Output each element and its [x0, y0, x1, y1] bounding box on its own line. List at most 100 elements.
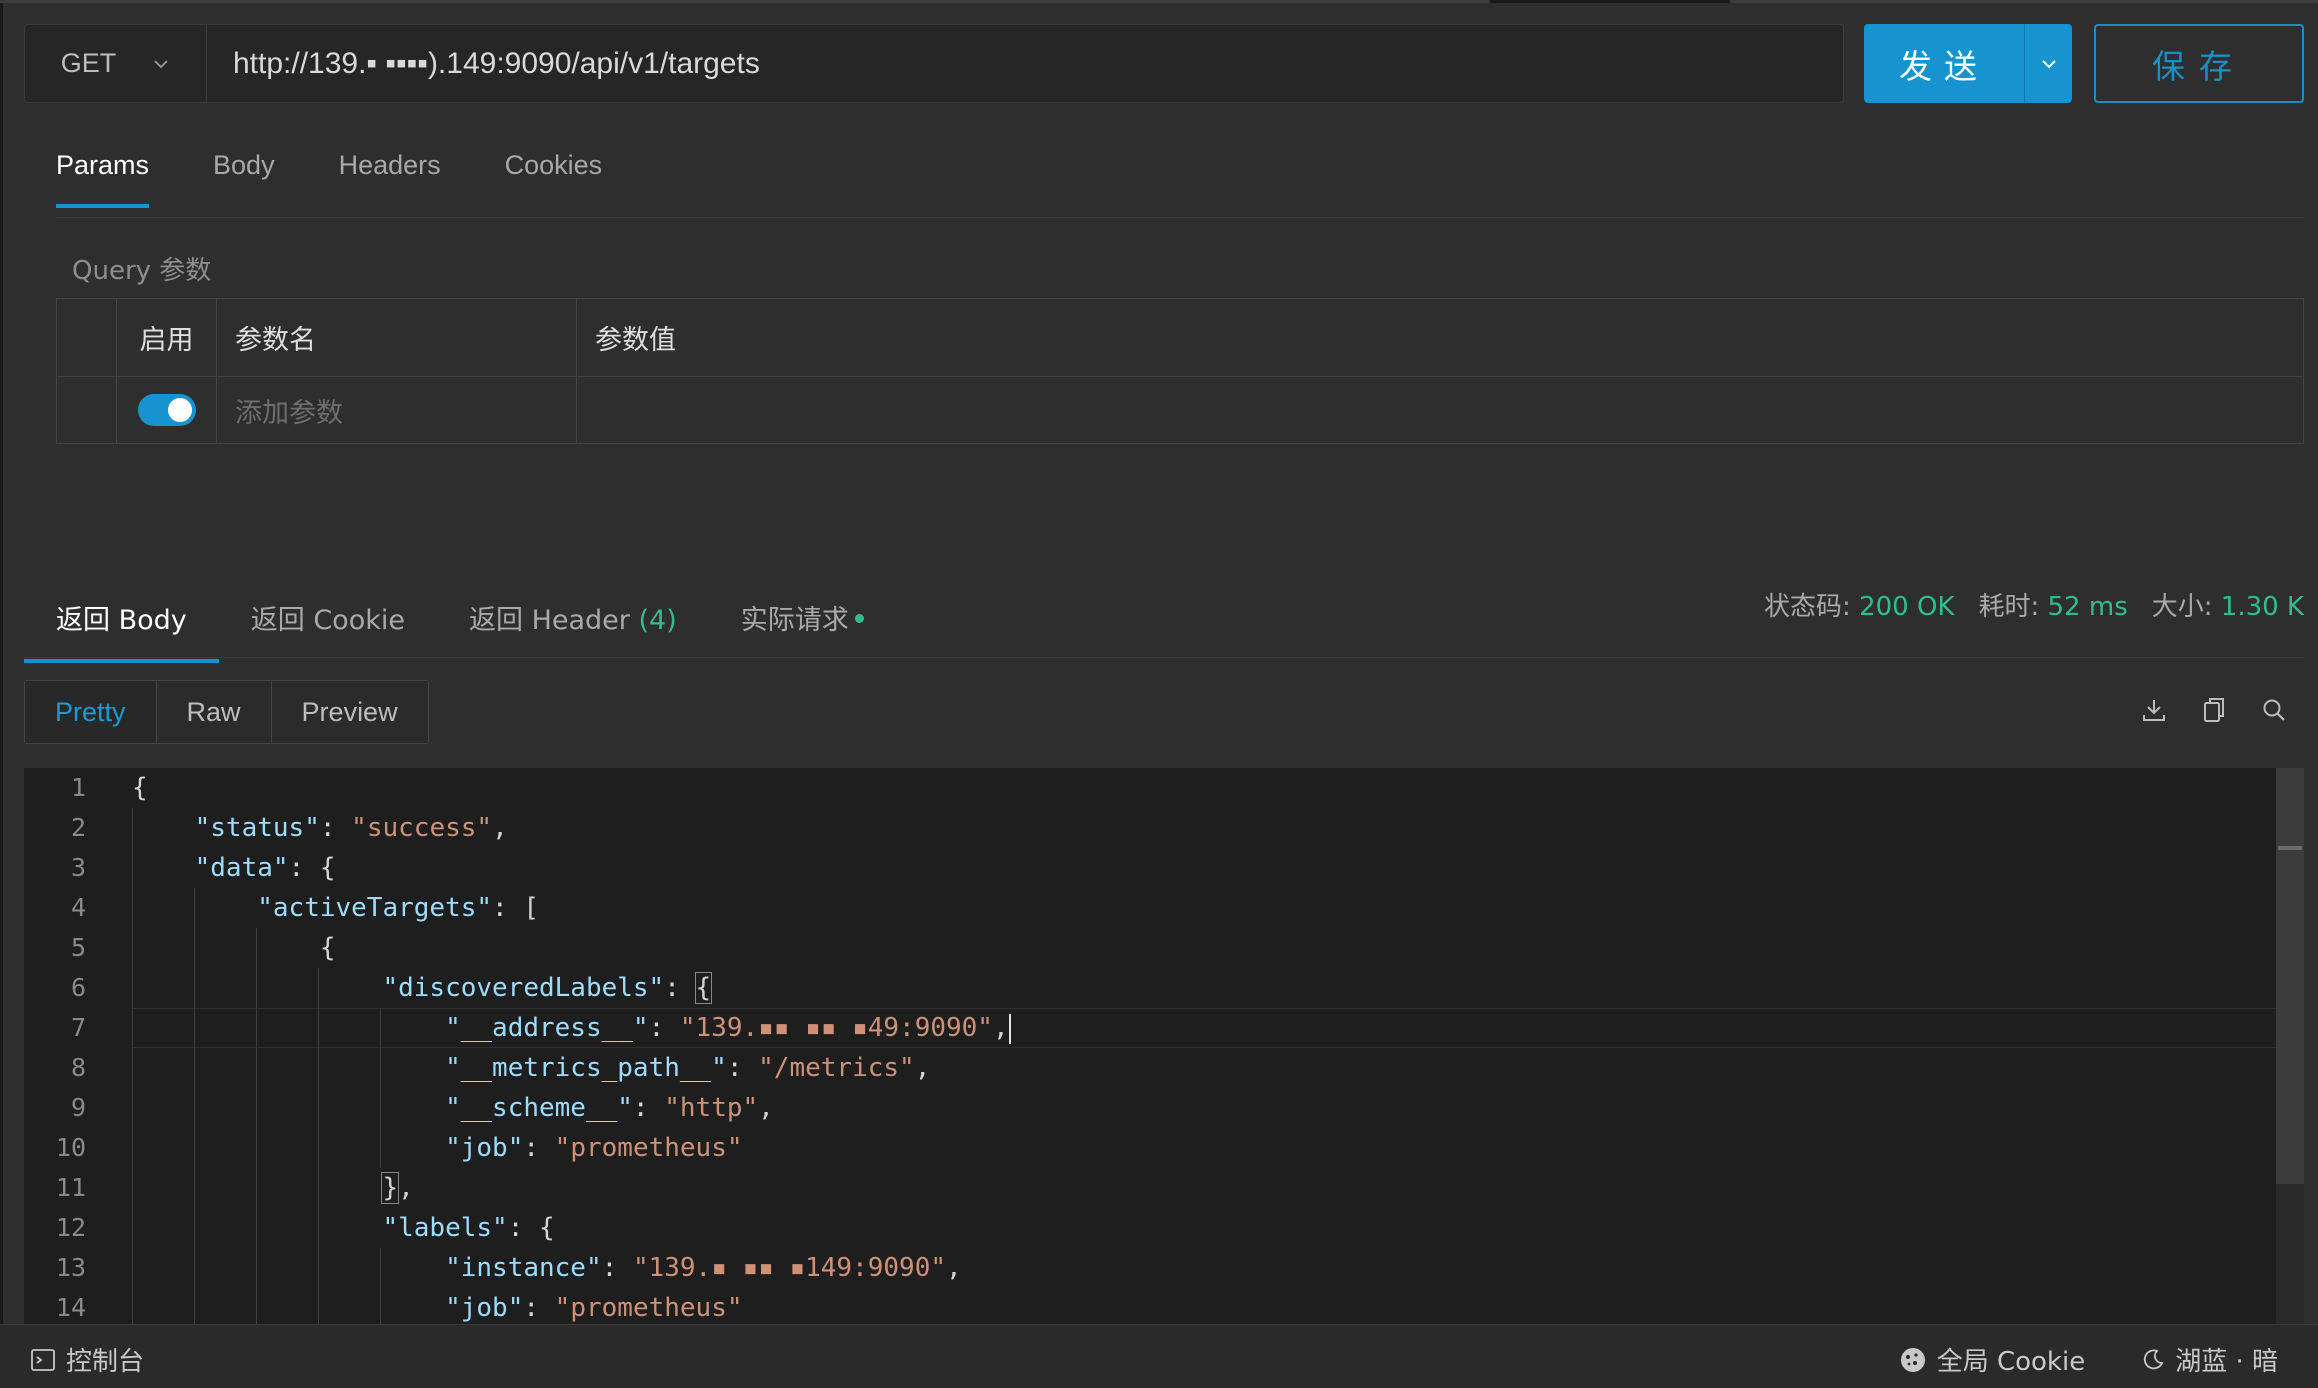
- tab-headers[interactable]: Headers: [339, 150, 441, 208]
- response-time: 耗时: 52 ms: [1978, 586, 2127, 623]
- tab-body[interactable]: Body: [213, 150, 275, 208]
- status-bar-right: 全局 Cookie 湖蓝 · 暗: [1899, 1341, 2278, 1378]
- chevron-down-icon: [154, 59, 168, 68]
- status-code: 状态码: 200 OK: [1764, 586, 1954, 623]
- code-line-2: "status": "success",: [194, 813, 508, 843]
- code-line-8: "__metrics_path__": "/metrics",: [445, 1053, 931, 1083]
- json-string: "http": [664, 1093, 759, 1123]
- json-key: "labels": [382, 1213, 508, 1243]
- matched-bracket: }: [381, 1172, 400, 1204]
- search-icon[interactable]: [2260, 692, 2288, 728]
- line-number: 5: [70, 933, 86, 962]
- json-key: "job": [445, 1293, 524, 1323]
- view-raw[interactable]: Raw: [157, 681, 272, 743]
- response-size-label: 大小:: [2151, 592, 2213, 622]
- line-number: 1: [70, 773, 86, 802]
- code-line-13: "instance": "139.▪ ▪▪ ▪149:9090",: [445, 1253, 962, 1283]
- save-button[interactable]: 保存: [2094, 24, 2304, 103]
- header-count-badge: (4): [638, 605, 677, 636]
- tabs-divider: [56, 217, 2304, 218]
- column-param-value: 参数值: [577, 299, 2303, 377]
- json-key: "__metrics_path__": [445, 1053, 727, 1083]
- console-button[interactable]: 控制台: [30, 1341, 144, 1378]
- tab-response-body[interactable]: 返回 Body: [24, 598, 219, 663]
- response-size-value: 1.30 K: [2220, 592, 2304, 622]
- params-table: 启用 参数名 参数值 添加参数: [56, 298, 2304, 444]
- tab-cookies[interactable]: Cookies: [505, 150, 603, 208]
- response-time-value: 52 ms: [2047, 592, 2128, 622]
- line-number: 2: [70, 813, 86, 842]
- theme-label: 湖蓝 · 暗: [2175, 1347, 2278, 1377]
- json-key: "data": [194, 853, 289, 883]
- response-tabs: 返回 Body 返回 Cookie 返回 Header (4) 实际请求: [24, 598, 896, 663]
- line-gutter: 1 2 3 4 5 6 7 8 9 10 11 12 13 14: [24, 768, 132, 1324]
- editor-scrollbar[interactable]: [2276, 768, 2304, 1324]
- response-time-label: 耗时:: [1978, 592, 2040, 622]
- top-strip: [0, 0, 2318, 3]
- method-select[interactable]: GET: [25, 25, 207, 102]
- param-name-input[interactable]: 添加参数: [217, 377, 577, 443]
- view-mode-switch: Pretty Raw Preview: [24, 680, 429, 744]
- line-number: 8: [70, 1053, 86, 1082]
- response-toolbar: [2140, 692, 2288, 728]
- json-key: "instance": [445, 1253, 602, 1283]
- cookie-icon: [1900, 1347, 1925, 1372]
- enable-toggle[interactable]: [137, 394, 196, 426]
- scrollbar-thumb[interactable]: [2276, 768, 2304, 1184]
- send-options-button[interactable]: [2024, 24, 2072, 103]
- query-params-label: Query 参数: [72, 256, 212, 286]
- tab-actual-request[interactable]: 实际请求: [709, 598, 896, 663]
- theme-switch[interactable]: 湖蓝 · 暗: [2141, 1341, 2278, 1378]
- status-code-label: 状态码:: [1764, 592, 1851, 622]
- global-cookie-button[interactable]: 全局 Cookie: [1899, 1341, 2086, 1378]
- line-number: 10: [55, 1133, 86, 1162]
- json-string: "/metrics": [758, 1053, 915, 1083]
- response-status: 状态码: 200 OK 耗时: 52 ms 大小: 1.30 K: [1764, 586, 2304, 623]
- json-string: "prometheus": [554, 1133, 743, 1163]
- code-line-11: },: [381, 1172, 414, 1204]
- json-string: "success": [351, 813, 493, 843]
- url-input[interactable]: [207, 25, 1843, 102]
- scrollbar-cursor-marker: [2278, 846, 2302, 850]
- json-key: "__scheme__": [445, 1093, 633, 1123]
- line-number: 4: [70, 893, 86, 922]
- tab-response-cookie[interactable]: 返回 Cookie: [219, 598, 437, 663]
- terminal-icon: [31, 1348, 55, 1371]
- json-key: "discoveredLabels": [382, 973, 665, 1003]
- json-key: "activeTargets": [257, 893, 493, 923]
- global-cookie-label: 全局 Cookie: [1936, 1347, 2086, 1377]
- line-number: 12: [55, 1213, 86, 1242]
- code-line-12: "labels": {: [382, 1213, 555, 1243]
- code-line-6: "discoveredLabels": {: [382, 972, 713, 1004]
- column-param-name: 参数名: [217, 299, 577, 377]
- tab-response-header-label: 返回 Header: [468, 605, 630, 636]
- response-size: 大小: 1.30 K: [2152, 586, 2304, 623]
- param-value-input[interactable]: [577, 377, 2303, 443]
- response-body-editor[interactable]: 1 2 3 4 5 6 7 8 9 10 11 12 13 14 { "stat…: [24, 768, 2304, 1324]
- json-string: "139.▪▪ ▪▪ ▪49:9090": [679, 1013, 993, 1043]
- send-button-group: 发送: [1864, 24, 2072, 103]
- json-key: "status": [194, 813, 320, 843]
- code-line-10: "job": "prometheus": [445, 1133, 743, 1163]
- code-line-5: {: [132, 933, 336, 963]
- code-line-7: "__address__": "139.▪▪ ▪▪ ▪49:9090",: [445, 1013, 1011, 1044]
- json-string: "prometheus": [554, 1293, 743, 1323]
- console-label: 控制台: [66, 1347, 145, 1377]
- code-line-14: "job": "prometheus": [445, 1293, 743, 1323]
- drag-handle-cell: [57, 377, 117, 443]
- column-enabled: 启用: [117, 299, 217, 377]
- status-dot-icon: [854, 614, 864, 623]
- send-button[interactable]: 发送: [1864, 24, 2024, 103]
- view-pretty[interactable]: Pretty: [25, 681, 157, 743]
- tab-response-header[interactable]: 返回 Header (4): [437, 598, 709, 663]
- json-string: "139.▪ ▪▪ ▪149:9090": [632, 1253, 947, 1283]
- download-icon[interactable]: [2140, 692, 2168, 728]
- code-line-4: "activeTargets": [: [257, 893, 540, 923]
- status-bar: 控制台 全局 Cookie 湖蓝 · 暗: [0, 1324, 2318, 1388]
- line-number: 6: [70, 973, 86, 1002]
- matched-bracket: {: [694, 972, 713, 1004]
- chevron-down-icon: [2041, 59, 2056, 68]
- view-preview[interactable]: Preview: [272, 681, 428, 743]
- tab-params[interactable]: Params: [56, 150, 150, 208]
- copy-icon[interactable]: [2200, 692, 2228, 728]
